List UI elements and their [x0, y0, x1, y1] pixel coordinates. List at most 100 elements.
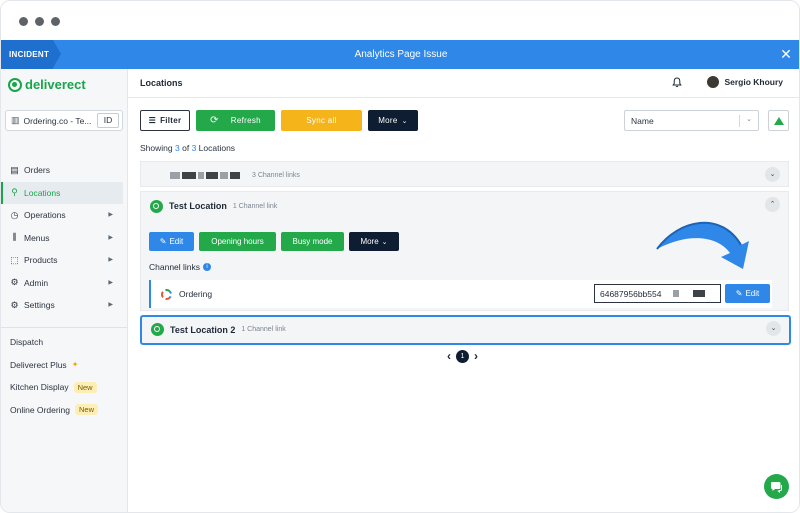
sort-direction-button[interactable] — [768, 110, 789, 131]
channel-id-field[interactable]: 64687956bb554 — [594, 284, 721, 303]
main-header: Locations Sergio Khoury — [128, 69, 799, 98]
redacted-block — [182, 171, 196, 179]
sparkle-icon: ✦ — [71, 360, 79, 370]
showing-count: Showing 3 of 3 Locations — [140, 143, 235, 153]
brand-logo[interactable]: deliverect — [8, 77, 86, 92]
redacted-block — [170, 171, 180, 179]
more-label: More — [360, 237, 379, 246]
sort-select[interactable]: Name ⌄ — [624, 110, 759, 131]
location-header[interactable]: Test Location 2 1 Channel link ⌄ — [142, 317, 789, 342]
refresh-button[interactable]: ⟳ Refresh — [196, 110, 275, 131]
sidebar-item-label: Dispatch — [10, 337, 44, 348]
sidebar-item-label: Admin — [24, 277, 49, 288]
previous-page-icon[interactable]: ‹ — [447, 349, 451, 363]
opening-hours-button[interactable]: Opening hours — [199, 232, 276, 251]
location-header[interactable]: Test Location 1 Channel link ⌃ — [141, 192, 788, 220]
sidebar-item-locations[interactable]: ⚲ Locations — [1, 181, 123, 204]
sidebar-item-admin[interactable]: ⚙ Admin ▶ — [1, 272, 127, 295]
chevron-down-icon[interactable]: ⌄ — [766, 321, 781, 336]
account-name: Ordering.co - Te... — [23, 115, 92, 126]
location-channel-count: 1 Channel link — [232, 202, 278, 210]
more-label: More — [378, 116, 398, 125]
chat-button[interactable] — [764, 474, 789, 499]
sidebar-item-label: Orders — [24, 165, 50, 176]
incident-tag: INCIDENT — [1, 40, 61, 69]
location-pin-icon: ⚲ — [11, 187, 18, 198]
sidebar-item-operations[interactable]: ◷ Operations ▶ — [1, 204, 127, 227]
sidebar-item-orders[interactable]: ▤ Orders — [1, 159, 127, 182]
location-row-highlighted[interactable]: Test Location 2 1 Channel link ⌄ — [140, 315, 791, 345]
filter-button[interactable]: ☰ Filter — [140, 110, 190, 131]
showing-suffix: Locations — [198, 143, 236, 153]
filter-icon: ☰ — [148, 116, 157, 125]
busy-mode-button[interactable]: Busy mode — [281, 232, 344, 251]
deliverect-logo-icon — [151, 323, 164, 336]
deliverect-logo-icon — [8, 77, 22, 92]
sidebar-item-label: Online Ordering — [10, 404, 71, 415]
sync-all-label: Sync all — [306, 116, 337, 125]
sidebar-bottom-nav: Dispatch Deliverect Plus ✦ Kitchen Displ… — [1, 331, 127, 421]
account-selector[interactable]: ▥ Ordering.co - Te... ID — [5, 110, 123, 131]
showing-of: of — [182, 143, 190, 153]
chat-icon — [771, 481, 782, 493]
sidebar-item-label: Operations — [24, 210, 66, 221]
user-menu[interactable]: Sergio Khoury — [707, 76, 783, 88]
info-icon[interactable]: i — [203, 263, 212, 271]
caret-right-icon: ▶ — [108, 302, 113, 308]
edit-location-button[interactable]: ✎ Edit — [149, 232, 194, 251]
refresh-icon: ⟳ — [210, 115, 219, 126]
chevron-down-icon: ⌄ — [401, 117, 408, 125]
sidebar-item-kitchen-display[interactable]: Kitchen Display New — [1, 376, 127, 399]
account-id-button[interactable]: ID — [97, 113, 119, 128]
bell-icon[interactable] — [672, 77, 682, 88]
caret-right-icon: ▶ — [108, 212, 113, 218]
close-icon[interactable]: ✕ — [779, 46, 793, 62]
sidebar-item-products[interactable]: ⬚ Products ▶ — [1, 249, 127, 272]
window-dot-icon — [51, 17, 60, 26]
sidebar-item-menus[interactable]: ⫼ Menus ▶ — [1, 227, 127, 250]
sidebar: deliverect ▥ Ordering.co - Te... ID ▤ Or… — [1, 69, 128, 512]
sidebar-item-dispatch[interactable]: Dispatch — [1, 331, 127, 354]
window-dot-icon — [35, 17, 44, 26]
chevron-up-icon[interactable]: ⌃ — [765, 197, 780, 212]
sidebar-item-label: Settings — [24, 300, 55, 311]
orders-icon: ▤ — [10, 164, 19, 175]
page-title: Locations — [140, 78, 183, 88]
caret-right-icon: ▶ — [108, 257, 113, 263]
location-name: Test Location 2 — [170, 324, 236, 335]
showing-total: 3 — [191, 143, 197, 153]
edit-label: Edit — [745, 289, 760, 298]
caret-right-icon: ▶ — [108, 279, 113, 286]
location-more-button[interactable]: More ⌄ — [349, 232, 399, 251]
new-badge: New — [75, 404, 99, 416]
location-header[interactable]: 3 Channel links ⌄ — [141, 162, 788, 188]
more-button[interactable]: More ⌄ — [368, 110, 418, 131]
new-badge: New — [73, 381, 97, 393]
location-row[interactable]: 3 Channel links ⌄ — [140, 161, 789, 187]
edit-channel-link-button[interactable]: ✎ Edit — [725, 284, 770, 303]
redacted-block — [673, 290, 680, 297]
channel-links-title: Channel links — [149, 262, 201, 272]
location-channel-count: 1 Channel link — [241, 326, 286, 333]
next-page-icon[interactable]: › — [474, 349, 478, 363]
redacted-location-name — [170, 171, 240, 179]
sidebar-item-deliverect-plus[interactable]: Deliverect Plus ✦ — [1, 354, 127, 377]
sidebar-item-online-ordering[interactable]: Online Ordering New — [1, 399, 127, 422]
showing-shown: 3 — [174, 143, 180, 153]
page-number[interactable]: 1 — [456, 349, 469, 363]
edit-label: Edit — [169, 237, 184, 246]
chevron-down-icon[interactable]: ⌄ — [765, 167, 780, 182]
caret-right-icon: ▶ — [108, 234, 113, 241]
products-icon: ⬚ — [10, 254, 19, 265]
redacted-block — [220, 171, 228, 179]
filter-label: Filter — [160, 116, 182, 125]
operations-icon: ◷ — [10, 209, 19, 220]
location-actions: ✎ Edit Opening hours Busy mode More ⌄ — [149, 232, 399, 251]
sync-all-button[interactable]: Sync all — [281, 110, 362, 131]
avatar — [707, 76, 720, 88]
store-icon: ▥ — [11, 115, 20, 125]
toolbar: ☰ Filter ⟳ Refresh Sync all More ⌄ — [140, 110, 418, 131]
deliverect-logo-icon — [150, 199, 163, 213]
sidebar-item-settings[interactable]: ⚙ Settings ▶ — [1, 294, 127, 317]
showing-prefix: Showing — [140, 143, 173, 153]
